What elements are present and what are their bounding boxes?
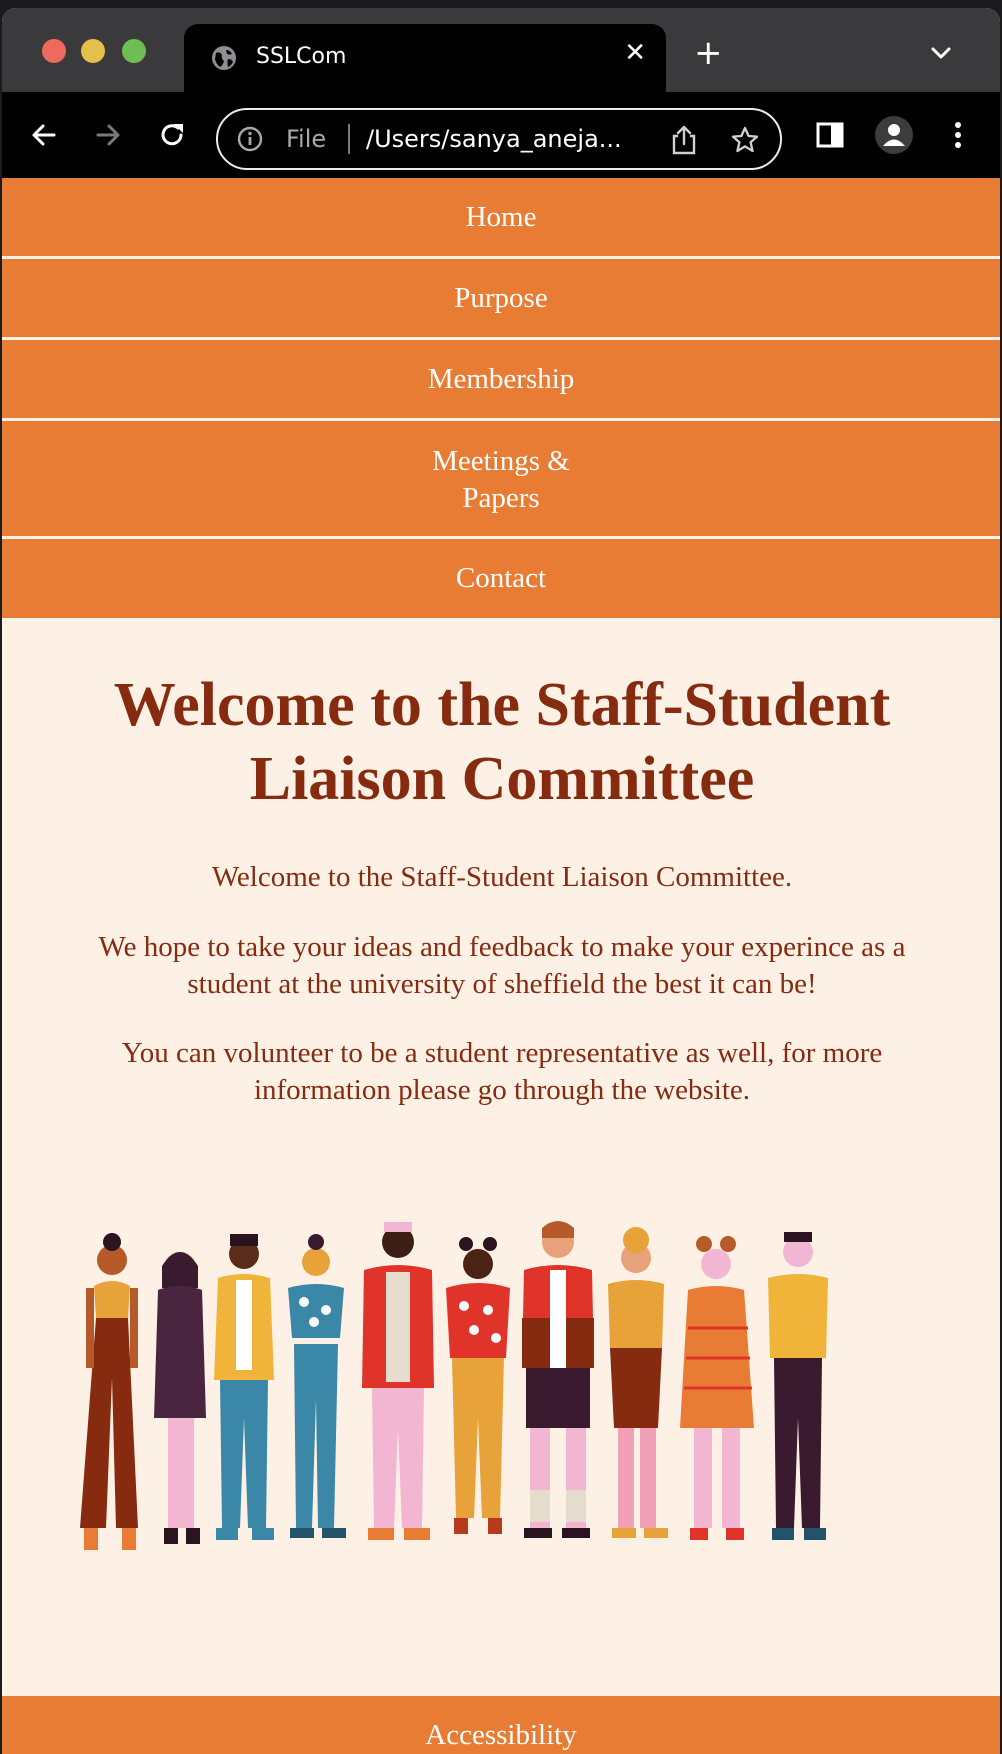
nav-home[interactable]: Home: [2, 178, 1000, 259]
browser-toolbar: File /Users/sanya_aneja...: [2, 92, 1000, 186]
nav-meetings-line1: Meetings &: [432, 445, 570, 477]
page-title-line2: Liaison Committee: [249, 745, 755, 813]
site-footer: Accessibility: [2, 1696, 1000, 1754]
tab-title: SSLCom: [256, 44, 347, 69]
browser-window: SSLCom ✕ + File /Users/sanya_aneja... Ho…: [2, 8, 1000, 1754]
close-tab-icon[interactable]: ✕: [624, 40, 646, 66]
intro-text: Welcome to the Staff-Student Liaison Com…: [211, 861, 793, 893]
feedback-text-line2: student at the university of sheffield t…: [187, 968, 817, 1000]
person-10: [768, 1232, 828, 1540]
feedback-text-line1: We hope to take your ideas and feedback …: [98, 931, 906, 963]
info-icon[interactable]: [236, 125, 264, 153]
person-9: [680, 1236, 754, 1540]
side-panel-icon[interactable]: [814, 119, 846, 151]
nav-meetings-papers[interactable]: Meetings & Papers: [2, 421, 1000, 539]
volunteer-text-line2: information please go through the websit…: [253, 1074, 751, 1106]
minimize-window-button[interactable]: [81, 39, 105, 63]
person-3: [214, 1234, 274, 1540]
person-1: [80, 1233, 138, 1550]
accessibility-link[interactable]: Accessibility: [2, 1696, 1000, 1752]
address-bar[interactable]: File /Users/sanya_aneja...: [216, 108, 782, 170]
person-4: [288, 1234, 346, 1538]
maximize-window-button[interactable]: [122, 39, 146, 63]
globe-icon: [212, 46, 236, 70]
nav-meetings-line2: Papers: [462, 482, 540, 514]
person-6: [446, 1237, 510, 1534]
person-5: [362, 1222, 434, 1540]
person-8: [608, 1227, 668, 1538]
nav-contact[interactable]: Contact: [2, 539, 1000, 618]
new-tab-icon[interactable]: +: [694, 36, 723, 70]
back-arrow-icon[interactable]: [28, 119, 60, 151]
bookmark-star-icon[interactable]: [730, 125, 760, 155]
volunteer-text: You can volunteer to be a student repres…: [42, 1035, 962, 1109]
close-window-button[interactable]: [42, 39, 66, 63]
site-nav: Home Purpose Membership Meetings & Paper…: [2, 178, 1000, 618]
page-title: Welcome to the Staff-Student Liaison Com…: [62, 668, 942, 816]
students-illustration: [80, 1221, 828, 1550]
url-text[interactable]: /Users/sanya_aneja...: [366, 125, 622, 153]
page-title-line1: Welcome to the Staff-Student: [113, 671, 891, 739]
url-scheme-label: File: [286, 125, 327, 153]
profile-avatar-icon[interactable]: [875, 116, 913, 154]
reload-icon[interactable]: [156, 119, 188, 151]
tab-strip: SSLCom ✕ +: [2, 8, 1000, 92]
forward-arrow-icon[interactable]: [92, 119, 124, 151]
omnibox-divider: [348, 124, 350, 154]
person-7: [522, 1221, 594, 1538]
feedback-text: We hope to take your ideas and feedback …: [42, 929, 962, 1003]
nav-membership[interactable]: Membership: [2, 340, 1000, 421]
share-icon[interactable]: [670, 124, 698, 156]
more-menu-icon[interactable]: [942, 119, 974, 151]
chevron-down-icon[interactable]: [930, 46, 952, 60]
nav-purpose[interactable]: Purpose: [2, 259, 1000, 340]
active-tab[interactable]: SSLCom ✕: [184, 24, 666, 92]
person-2: [154, 1252, 206, 1544]
volunteer-text-line1: You can volunteer to be a student repres…: [121, 1037, 883, 1069]
